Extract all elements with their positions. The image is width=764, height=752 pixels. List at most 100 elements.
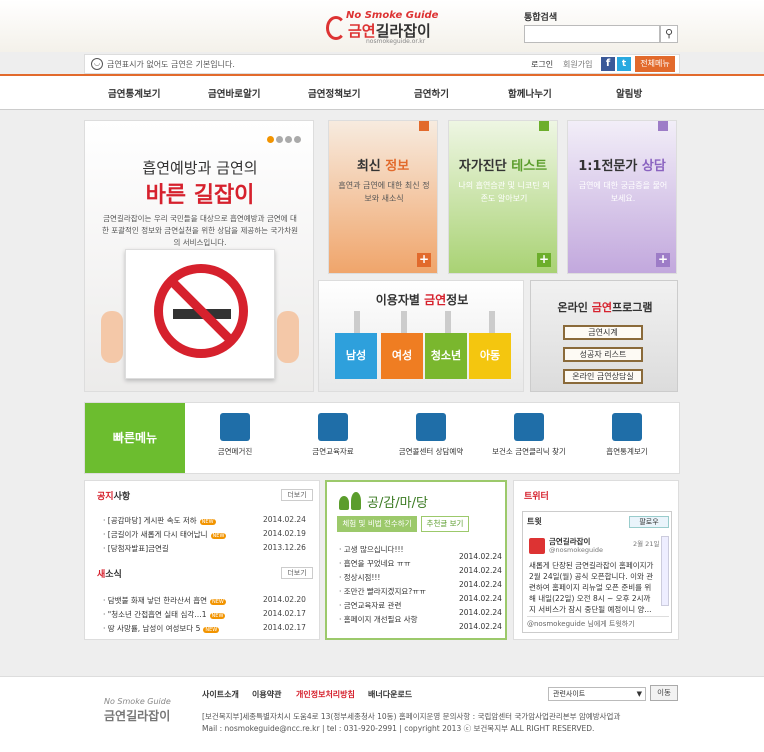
related-sites-select[interactable]: 관련사이트 ▼: [548, 687, 646, 701]
nav-item-knowledge[interactable]: 금연바로알기: [208, 86, 260, 100]
card-description: 나의 흡연습관 및 니코틴 의존도 알아보기: [458, 181, 550, 203]
footer-link-privacy[interactable]: 개인정보처리방침: [296, 689, 355, 700]
list-item[interactable]: · 담뱃불 화재 낳던 한라산서 흡연 NEW 2014.02.20: [103, 595, 313, 606]
notice-more-button[interactable]: 더보기: [281, 489, 313, 501]
quick-magazine[interactable]: 금연메거진: [195, 413, 275, 457]
list-item[interactable]: · [공감마당] 게시판 속도 저하 NEW 2014.02.24: [103, 515, 313, 526]
footer-logo-english: No Smoke Guide: [104, 697, 171, 706]
ribbon-icon: [419, 121, 429, 131]
footer-logo: No Smoke Guide 금연길라잡이: [90, 697, 180, 727]
header: No Smoke Guide 금연길라잡이 nosmokeguide.or.kr…: [0, 0, 764, 52]
logo-mark-icon: [326, 16, 346, 40]
list-item[interactable]: · 고생 많으십니다!!! 2014.02.24: [339, 544, 507, 561]
all-menu-button[interactable]: 전체메뉴: [635, 56, 675, 72]
news-more-button[interactable]: 더보기: [281, 567, 313, 579]
user-type-men[interactable]: 남성: [335, 333, 377, 379]
quick-menu-title: 빠른메뉴: [85, 403, 185, 473]
card-description: 금연에 대한 궁금증을 물어보세요.: [578, 181, 668, 203]
pager-dot[interactable]: [276, 136, 283, 143]
follow-button[interactable]: 팔로우: [629, 516, 669, 528]
facebook-icon[interactable]: f: [601, 57, 615, 71]
tab-recommended[interactable]: 추천글 보기: [421, 516, 469, 532]
tweet-scrollbar[interactable]: [661, 536, 669, 606]
hand-left-image: [101, 311, 123, 363]
card-title: 1:1전문가 상담: [578, 159, 666, 174]
quick-callcenter[interactable]: 금연콜센터 상담예약: [391, 413, 471, 457]
no-smoking-icon: [154, 264, 248, 358]
tweet-reply-input[interactable]: @nosmokeguide 님에게 트윗하기: [527, 616, 669, 630]
avatar[interactable]: [529, 538, 545, 554]
site-logo[interactable]: No Smoke Guide 금연길라잡이 nosmokeguide.or.kr: [326, 8, 442, 45]
list-item[interactable]: · 홈페이지 개선필요 사항 2014.02.24: [339, 614, 507, 631]
plus-icon[interactable]: +: [417, 253, 431, 267]
nav-item-stats[interactable]: 금연통계보기: [108, 86, 160, 100]
news-title: 새소식: [97, 570, 122, 580]
footer-link-terms[interactable]: 이용약관: [252, 689, 281, 700]
tweet-widget: 트윗 팔로우 금연길라잡이 @nosmokeguide 2월 21일 새롭게 단…: [522, 511, 672, 633]
pager-dot[interactable]: [267, 136, 274, 143]
footer-address: [보건복지부]세종특별자치시 도움4로 13(정부세종청사 10동) 홈페이지운…: [202, 712, 621, 721]
tweet-author-handle[interactable]: @nosmokeguide: [549, 546, 603, 554]
user-type-youth[interactable]: 청소년: [425, 333, 467, 379]
nav-item-notice[interactable]: 알림방: [616, 86, 642, 100]
footer-link-banner[interactable]: 배너다운로드: [368, 689, 412, 700]
card-latest-info[interactable]: 최신 정보 흡연과 금연에 대한 최신 정보와 새소식 +: [328, 120, 438, 274]
join-link[interactable]: 회원가입: [563, 59, 592, 70]
program-title: 온라인 금연프로그램: [557, 301, 653, 314]
chevron-down-icon: ▼: [636, 690, 642, 698]
footer: No Smoke Guide 금연길라잡이 사이트소개 이용약관 개인정보처리방…: [0, 676, 764, 752]
nav-item-policy[interactable]: 금연정책보기: [308, 86, 360, 100]
list-item[interactable]: · "청소년 간접흡연 실태 심각…1 NEW 2014.02.17: [103, 609, 313, 620]
quick-clinic[interactable]: 보건소 금연클리닉 찾기: [489, 413, 569, 457]
pager-dot[interactable]: [294, 136, 301, 143]
footer-link-about[interactable]: 사이트소개: [202, 689, 239, 700]
map-pin-icon: [514, 413, 544, 441]
hero-banner[interactable]: 흡연예방과 금연의 바른 길잡이 금연길라잡이는 우리 국민들을 대상으로 흡연…: [84, 120, 314, 392]
list-item[interactable]: · 흡연을 꾸었네요 ㅠㅠ 2014.02.24: [339, 558, 507, 575]
hero-description: 금연길라잡이는 우리 국민들을 대상으로 흡연예방과 금연에 대한 포괄적인 정…: [101, 214, 299, 247]
list-item[interactable]: · [당첨자발표]금연길 2013.12.26: [103, 543, 313, 554]
nav-item-quit[interactable]: 금연하기: [414, 86, 449, 100]
user-type-children[interactable]: 아동: [469, 333, 511, 379]
search-button[interactable]: ⚲: [660, 25, 678, 43]
hero-pager[interactable]: [267, 133, 307, 143]
list-item[interactable]: · 땅 사망률, 남성이 여성보다 5 NEW 2014.02.17: [103, 623, 313, 634]
user-type-women[interactable]: 여성: [381, 333, 423, 379]
card-title: 자가진단 테스트: [458, 159, 548, 174]
search-input[interactable]: [524, 25, 660, 43]
user-type-info: 이용자별 금연정보 남성 여성 청소년 아동: [318, 280, 524, 392]
login-link[interactable]: 로그인: [531, 59, 553, 70]
plus-icon[interactable]: +: [656, 253, 670, 267]
ribbon-icon: [539, 121, 549, 131]
smile-icon: ◡: [91, 58, 103, 70]
board-title: 공/감/마/당: [367, 496, 428, 511]
list-item[interactable]: · [금길이가 새롭게 다시 태어납니 NEW 2014.02.19: [103, 529, 313, 540]
list-item[interactable]: · 금연교육자료 관련 2014.02.24: [339, 600, 507, 617]
go-button[interactable]: 이동: [650, 685, 678, 701]
card-self-test[interactable]: 자가진단 테스트 나의 흡연습관 및 니코틴 의존도 알아보기 +: [448, 120, 558, 274]
nav-item-share[interactable]: 함께나누기: [508, 86, 552, 100]
plus-icon[interactable]: +: [537, 253, 551, 267]
notice-title: 공지사항: [97, 492, 131, 502]
success-list-button[interactable]: 성공자 리스트: [563, 347, 643, 362]
binder-icon: [318, 413, 348, 441]
card-title: 최신 정보: [356, 159, 410, 174]
quit-clock-button[interactable]: 금연시계: [563, 325, 643, 340]
headset-icon: [416, 413, 446, 441]
community-board: 공/감/마/당 체험 및 비법 전수하기 추천글 보기 · 고생 많으십니다!!…: [325, 480, 507, 640]
main-nav: 금연통계보기 금연바로알기 금연정책보기 금연하기 함께나누기 알림방: [0, 74, 764, 110]
quick-stats[interactable]: 흡연통계보기: [587, 413, 667, 457]
pager-dot[interactable]: [285, 136, 292, 143]
card-expert-consult[interactable]: 1:1전문가 상담 금연에 대한 궁금증을 물어보세요. +: [567, 120, 677, 274]
lamp-icon: [354, 311, 360, 333]
quick-education[interactable]: 금연교육자료: [293, 413, 373, 457]
twitter-icon[interactable]: t: [617, 57, 631, 71]
top-info-bar: ◡ 금연표시가 없어도 금연은 기본입니다. 로그인 회원가입 f t 전체메뉴: [84, 54, 680, 74]
logo-url: nosmokeguide.or.kr: [366, 38, 426, 45]
lamp-icon: [489, 311, 495, 333]
tweet-date: 2월 21일: [633, 540, 660, 548]
list-item[interactable]: · 정상시점!!! 2014.02.24: [339, 572, 507, 589]
list-item[interactable]: · 조만간 빨라지겠지요?ㅠㅠ 2014.02.24: [339, 586, 507, 603]
tab-experience[interactable]: 체험 및 비법 전수하기: [337, 516, 417, 532]
online-consult-button[interactable]: 온라인 금연상담실: [563, 369, 643, 384]
